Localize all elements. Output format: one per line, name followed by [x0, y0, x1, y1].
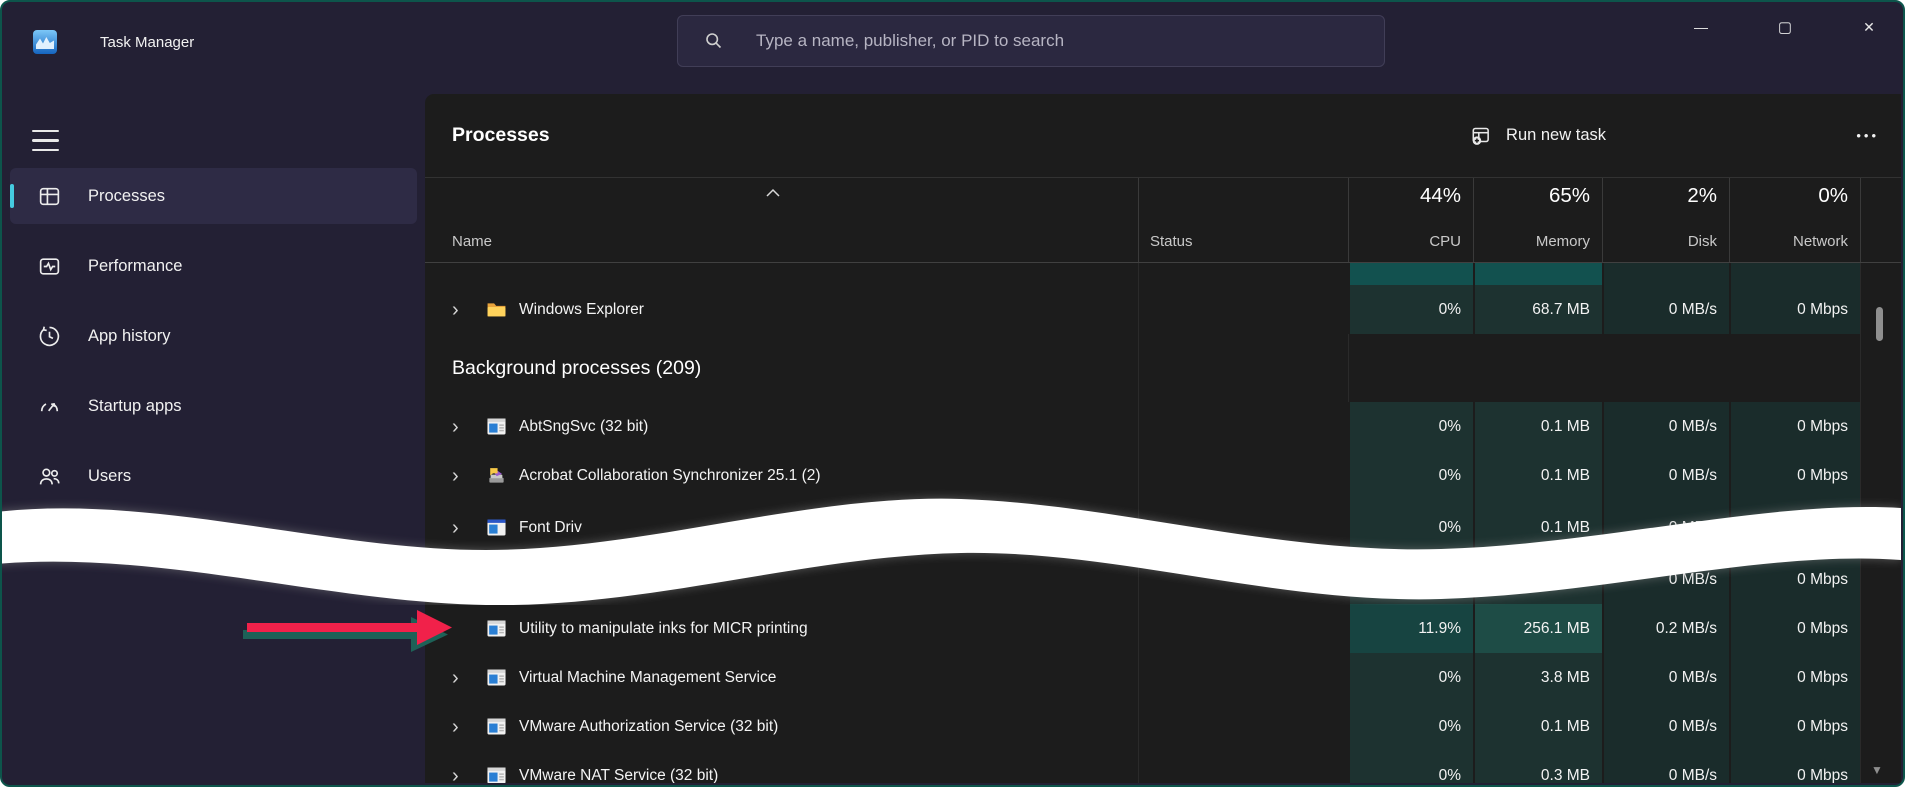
sidebar-item-users[interactable]: Users — [10, 448, 417, 504]
app-window-icon — [486, 517, 507, 538]
sidebar-item-label: Performance — [88, 257, 182, 276]
close-button[interactable]: ✕ — [1841, 6, 1897, 48]
run-new-task-button[interactable]: Run new task — [1470, 94, 1606, 177]
content-panel: Processes Run new task ••• N — [425, 94, 1901, 783]
acrobat-sync-icon — [486, 465, 507, 486]
app-history-icon — [36, 323, 62, 349]
table-row[interactable]: Windows Explorer 0% 68.7 MB 0 MB/s 0 Mbp… — [425, 285, 1901, 334]
task-manager-window: Task Manager Type a name, publisher, or … — [0, 0, 1905, 787]
scroll-down-arrow-icon[interactable]: ▼ — [1871, 763, 1883, 777]
sidebar-item-label: App history — [88, 327, 171, 346]
search-input[interactable]: Type a name, publisher, or PID to search — [677, 15, 1385, 67]
expand-chevron-icon[interactable] — [452, 466, 486, 486]
window-title: Task Manager — [100, 32, 194, 54]
table-row[interactable]: Acrobat Collaboration Synchronizer 25.1 … — [425, 451, 1901, 500]
task-manager-app-icon — [33, 30, 57, 54]
table-row[interactable]: VMware NAT Service (32 bit) 0% 0.3 MB 0 … — [425, 751, 1901, 783]
annotation-arrow — [237, 602, 465, 656]
column-header-spacer — [1860, 178, 1901, 262]
table-row[interactable]: AbtSngSvc (32 bit) 0% 0.1 MB 0 MB/s 0 Mb… — [425, 402, 1901, 451]
table-row[interactable]: Usermode Font Driver Host 0% 3.5 MB 0 MB… — [425, 555, 1901, 604]
column-header-disk[interactable]: 2%Disk — [1602, 178, 1729, 262]
table-row[interactable]: Virtual Machine Management Service 0% 3.… — [425, 653, 1901, 702]
app-window-icon — [486, 667, 507, 688]
titlebar: Task Manager Type a name, publisher, or … — [2, 2, 1903, 94]
startup-apps-icon — [36, 393, 62, 419]
app-window-icon — [486, 416, 507, 437]
expand-chevron-icon[interactable] — [452, 417, 486, 437]
menu-toggle-button[interactable] — [32, 130, 59, 151]
app-window-icon — [486, 765, 507, 783]
sidebar-item-performance[interactable]: Performance — [10, 238, 417, 294]
app-window-icon — [486, 716, 507, 737]
sidebar-item-label: Startup apps — [88, 397, 182, 416]
table-row-highlighted[interactable]: Utility to manipulate inks for MICR prin… — [425, 604, 1901, 653]
app-window-icon — [486, 618, 507, 639]
sidebar: Processes Performance App his — [2, 94, 425, 785]
table-header: Name Status 44%CPU 65%Memory 2%Disk 0%Ne… — [425, 177, 1901, 263]
sort-ascending-icon — [765, 188, 781, 198]
sidebar-item-label: Users — [88, 467, 131, 486]
sidebar-item-processes[interactable]: Processes — [10, 168, 417, 224]
sidebar-item-label: Processes — [88, 187, 165, 206]
scrollbar-thumb[interactable] — [1876, 307, 1883, 341]
search-icon — [704, 31, 724, 51]
group-header-background-processes: Background processes (209) — [425, 334, 1901, 402]
column-header-name[interactable]: Name — [425, 178, 1138, 262]
run-new-task-label: Run new task — [1506, 126, 1606, 145]
app-window-icon — [486, 569, 507, 590]
folder-icon — [486, 299, 507, 320]
expand-chevron-icon[interactable] — [452, 300, 486, 320]
expand-chevron-icon[interactable] — [452, 717, 486, 737]
performance-icon — [36, 253, 62, 279]
table-row-torn[interactable]: Font Driv 0% 0.1 MB 0 MB/s 0 Mbps — [425, 500, 1901, 555]
column-header-network[interactable]: 0%Network — [1729, 178, 1860, 262]
expand-chevron-icon[interactable] — [452, 668, 486, 688]
table-row[interactable]: VMware Authorization Service (32 bit) 0%… — [425, 702, 1901, 751]
maximize-button[interactable]: ▢ — [1757, 6, 1813, 48]
expand-chevron-icon[interactable] — [452, 766, 486, 784]
users-icon — [36, 463, 62, 489]
sidebar-item-app-history[interactable]: App history — [10, 308, 417, 364]
column-header-status[interactable]: Status — [1138, 178, 1348, 262]
processes-icon — [36, 183, 62, 209]
expand-chevron-icon[interactable] — [452, 518, 486, 538]
page-title: Processes — [452, 94, 550, 177]
column-header-cpu[interactable]: 44%CPU — [1348, 178, 1473, 262]
process-table-body: Windows Explorer 0% 68.7 MB 0 MB/s 0 Mbp… — [425, 263, 1901, 783]
sidebar-item-startup-apps[interactable]: Startup apps — [10, 378, 417, 434]
minimize-button[interactable]: — — [1673, 6, 1729, 48]
run-new-task-icon — [1470, 125, 1492, 147]
column-header-memory[interactable]: 65%Memory — [1473, 178, 1602, 262]
table-row-partial-top — [425, 263, 1901, 285]
more-options-button[interactable]: ••• — [1856, 94, 1879, 177]
vertical-scrollbar[interactable]: ▼ — [1860, 263, 1901, 783]
search-placeholder: Type a name, publisher, or PID to search — [756, 31, 1064, 51]
